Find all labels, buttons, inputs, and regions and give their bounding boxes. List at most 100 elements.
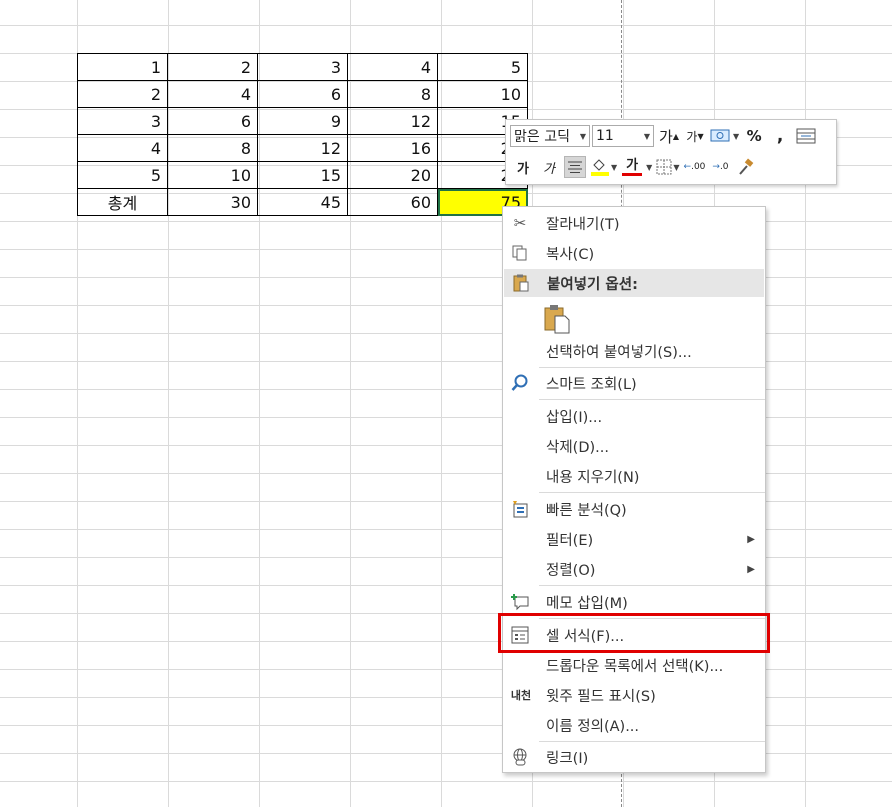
menu-item-label: 내용 지우기(N)	[546, 469, 640, 486]
mini-toolbar-row-1: 맑은 고딕 ▼ 11 ▼ 가 ▲ 가 ▼ ▼ % ,	[510, 123, 817, 149]
decrease-font-button[interactable]: 가 ▼	[684, 125, 706, 147]
accounting-format-button[interactable]: ▼	[710, 125, 739, 147]
decrease-decimal-label: .0	[719, 162, 729, 172]
cell[interactable]: 45	[257, 188, 348, 216]
cell[interactable]: 3	[77, 107, 168, 135]
chevron-down-icon[interactable]: ▼	[644, 132, 650, 141]
menu-item-label: 붙여넣기 옵션:	[547, 276, 638, 293]
borders-icon	[656, 159, 672, 175]
menu-item-label: 빠른 분석(Q)	[546, 502, 627, 519]
merge-cells-icon	[796, 128, 816, 144]
format-painter-button[interactable]	[735, 156, 757, 178]
currency-icon	[710, 129, 730, 142]
increase-decimal-button[interactable]: ← .00	[683, 156, 706, 178]
cell[interactable]: 1	[77, 53, 168, 81]
cell[interactable]: 2	[167, 53, 258, 81]
comment-icon	[511, 593, 529, 611]
mini-toolbar: 맑은 고딕 ▼ 11 ▼ 가 ▲ 가 ▼ ▼ % , 가 가 ▼ 가 ▼ ▼ ←…	[505, 119, 837, 185]
arrow-left-icon: ←	[683, 162, 692, 172]
menu-item-sort[interactable]: 정렬(O) ▶	[503, 555, 765, 583]
table-row: 2 4 6 8 10	[77, 80, 528, 108]
cell[interactable]: 2	[77, 80, 168, 108]
cell[interactable]: 8	[167, 134, 258, 162]
chevron-down-icon[interactable]: ▼	[733, 132, 739, 141]
menu-separator	[539, 585, 765, 586]
menu-item-label: 선택하여 붙여넣기(S)...	[546, 344, 692, 361]
borders-button[interactable]: ▼	[656, 156, 679, 178]
font-name-box[interactable]: 맑은 고딕 ▼	[510, 125, 590, 147]
decrease-font-label: 가	[686, 129, 698, 144]
cell[interactable]: 10	[167, 161, 258, 189]
cell[interactable]: 6	[257, 80, 348, 108]
menu-item-label: 스마트 조회(L)	[546, 376, 637, 393]
chevron-down-icon[interactable]: ▼	[611, 163, 617, 172]
bold-button[interactable]: 가	[512, 156, 534, 178]
chevron-right-icon: ▶	[747, 563, 755, 575]
menu-item-cut[interactable]: ✂ 잘라내기(T)	[503, 209, 765, 237]
highlight-box	[498, 613, 770, 653]
menu-item-label: 삭제(D)...	[546, 439, 609, 456]
paste-option-button[interactable]	[543, 304, 573, 334]
menu-item-insert-comment[interactable]: 메모 삽입(M)	[503, 588, 765, 616]
cell[interactable]: 4	[347, 53, 438, 81]
menu-item-filter[interactable]: 필터(E) ▶	[503, 525, 765, 553]
merge-center-button[interactable]	[795, 125, 817, 147]
chevron-down-icon[interactable]: ▼	[673, 163, 679, 172]
percent-style-button[interactable]: %	[743, 125, 765, 147]
menu-item-smart-lookup[interactable]: 스마트 조회(L)	[503, 369, 765, 397]
cell[interactable]: 5	[77, 161, 168, 189]
data-table: 1 2 3 4 5 2 4 6 8 10 3 6 9 12 15 4 8 12 …	[77, 53, 528, 216]
cell[interactable]: 3	[257, 53, 348, 81]
menu-item-define-name[interactable]: 이름 정의(A)...	[503, 711, 765, 739]
cell[interactable]: 30	[167, 188, 258, 216]
cell[interactable]: 12	[257, 134, 348, 162]
cell[interactable]: 9	[257, 107, 348, 135]
bold-label: 가	[517, 161, 529, 177]
menu-item-label: 복사(C)	[546, 246, 595, 263]
cell[interactable]: 15	[257, 161, 348, 189]
menu-item-paste-special[interactable]: 선택하여 붙여넣기(S)...	[503, 337, 765, 365]
comma-style-button[interactable]: ,	[769, 125, 791, 147]
menu-item-delete[interactable]: 삭제(D)...	[503, 432, 765, 460]
total-label-cell[interactable]: 총계	[77, 188, 168, 216]
menu-item-clear-contents[interactable]: 내용 지우기(N)	[503, 462, 765, 490]
cell[interactable]: 16	[347, 134, 438, 162]
percent-label: %	[746, 127, 762, 145]
italic-button[interactable]: 가	[538, 156, 560, 178]
menu-item-label: 메모 삽입(M)	[546, 595, 628, 612]
menu-item-pick-from-dropdown[interactable]: 드롭다운 목록에서 선택(K)...	[503, 651, 765, 679]
table-row: 1 2 3 4 5	[77, 53, 528, 81]
chevron-down-icon[interactable]: ▼	[580, 132, 586, 141]
menu-item-label: 필터(E)	[546, 532, 594, 549]
menu-item-quick-analysis[interactable]: 빠른 분석(Q)	[503, 495, 765, 523]
decrease-decimal-button[interactable]: → .0	[709, 156, 731, 178]
menu-item-copy[interactable]: 복사(C)	[503, 239, 765, 267]
menu-item-insert[interactable]: 삽입(I)...	[503, 402, 765, 430]
cell[interactable]: 5	[437, 53, 528, 81]
chevron-down-icon[interactable]: ▼	[646, 163, 652, 172]
font-size-value: 11	[596, 128, 614, 144]
cell[interactable]: 8	[347, 80, 438, 108]
clipboard-icon	[544, 305, 570, 334]
cell[interactable]: 12	[347, 107, 438, 135]
paste-options-header: 붙여넣기 옵션:	[504, 269, 764, 297]
fill-color-button[interactable]: ▼	[590, 156, 617, 178]
cell[interactable]: 10	[437, 80, 528, 108]
phonetic-icon: 내천	[510, 689, 532, 702]
menu-separator	[539, 492, 765, 493]
arrow-right-icon: →	[712, 162, 720, 172]
cell[interactable]: 4	[167, 80, 258, 108]
font-color-button[interactable]: 가	[621, 156, 643, 178]
center-align-button[interactable]	[564, 156, 586, 178]
chevron-right-icon: ▶	[747, 533, 755, 545]
increase-font-button[interactable]: 가 ▲	[658, 125, 680, 147]
menu-item-link[interactable]: 링크(I)	[503, 743, 765, 771]
menu-item-show-phonetic[interactable]: 내천 윗주 필드 표시(S)	[503, 681, 765, 709]
cell[interactable]: 4	[77, 134, 168, 162]
font-color-bar	[622, 172, 643, 176]
scissors-icon: ✂	[513, 214, 527, 232]
cell[interactable]: 6	[167, 107, 258, 135]
font-size-box[interactable]: 11 ▼	[592, 125, 654, 147]
cell[interactable]: 20	[347, 161, 438, 189]
cell[interactable]: 60	[347, 188, 438, 216]
